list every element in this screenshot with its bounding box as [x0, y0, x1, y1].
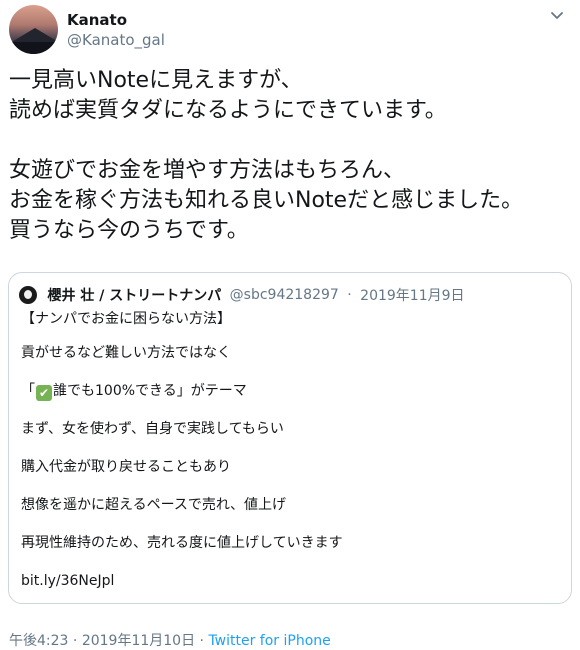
tweet-source-link[interactable]: Twitter for iPhone: [208, 633, 330, 649]
tweet-header: Kanato @Kanato_gal: [9, 5, 569, 55]
quoted-line: まず、女を使わず、自身で実践してもらい: [21, 421, 284, 437]
quoted-tweet-body: 【ナンパでお金に困らない方法】 貢がせるなど難しい方法ではなく 「✔ 誰でも100…: [21, 309, 561, 609]
tweet-line: お金を稼ぐ方法も知れる良いNoteだと感じました。: [9, 188, 524, 213]
tweet-text: 一見高いNoteに見えますが、 読めば実質タダになるようにできています。 女遊び…: [9, 66, 569, 246]
tweet-time[interactable]: 午後4:23: [9, 633, 68, 649]
quoted-line-text: 「: [21, 383, 35, 399]
tweet-line: 女遊びでお金を増やす方法はもちろん、: [9, 158, 406, 183]
author-name[interactable]: Kanato: [67, 11, 127, 29]
chevron-down-icon[interactable]: [549, 7, 565, 23]
quoted-line: 「✔ 誰でも100%できる」がテーマ: [21, 381, 561, 419]
tweet-date[interactable]: 2019年11月10日: [82, 633, 195, 649]
avatar[interactable]: [9, 5, 58, 54]
quoted-separator: ·: [347, 287, 352, 303]
footer-separator: ·: [72, 633, 78, 649]
quoted-line: 貢がせるなど難しい方法ではなく: [21, 345, 231, 361]
tweet-line: 読めば実質タダになるようにできています。: [9, 98, 447, 123]
quoted-tweet-header: 櫻井 壮 / ストリートナンパ @sbc94218297 · 2019年11月9…: [19, 285, 465, 305]
quoted-link[interactable]: bit.ly/36NeJpl: [21, 571, 561, 609]
quoted-line: 【ナンパでお金に困らない方法】: [21, 311, 231, 327]
quoted-line: 再現性維持のため、売れる度に値上げしていきます: [21, 535, 343, 551]
footer-separator: ·: [199, 633, 204, 649]
author-handle[interactable]: @Kanato_gal: [67, 31, 165, 49]
quoted-line: 想像を遥かに超えるペースで売れ、値上げ: [21, 497, 287, 513]
quoted-avatar: [19, 286, 37, 304]
quoted-author-handle: @sbc94218297: [229, 287, 339, 303]
tweet-line: 一見高いNoteに見えますが、: [9, 68, 303, 93]
tweet-footer: 午後4:23 · 2019年11月10日 · Twitter for iPhon…: [9, 630, 331, 650]
quoted-author-name: 櫻井 壮 / ストリートナンパ: [47, 288, 222, 304]
quoted-tweet[interactable]: 櫻井 壮 / ストリートナンパ @sbc94218297 · 2019年11月9…: [8, 272, 572, 604]
tweet-line: 買うなら今のうちです。: [9, 218, 249, 243]
check-mark-emoji-icon: ✔: [36, 385, 52, 401]
quoted-line-text: 誰でも100%できる」がテーマ: [53, 383, 247, 399]
quoted-line: 購入代金が取り戻せることもあり: [21, 459, 231, 475]
quoted-date: 2019年11月9日: [360, 288, 465, 304]
